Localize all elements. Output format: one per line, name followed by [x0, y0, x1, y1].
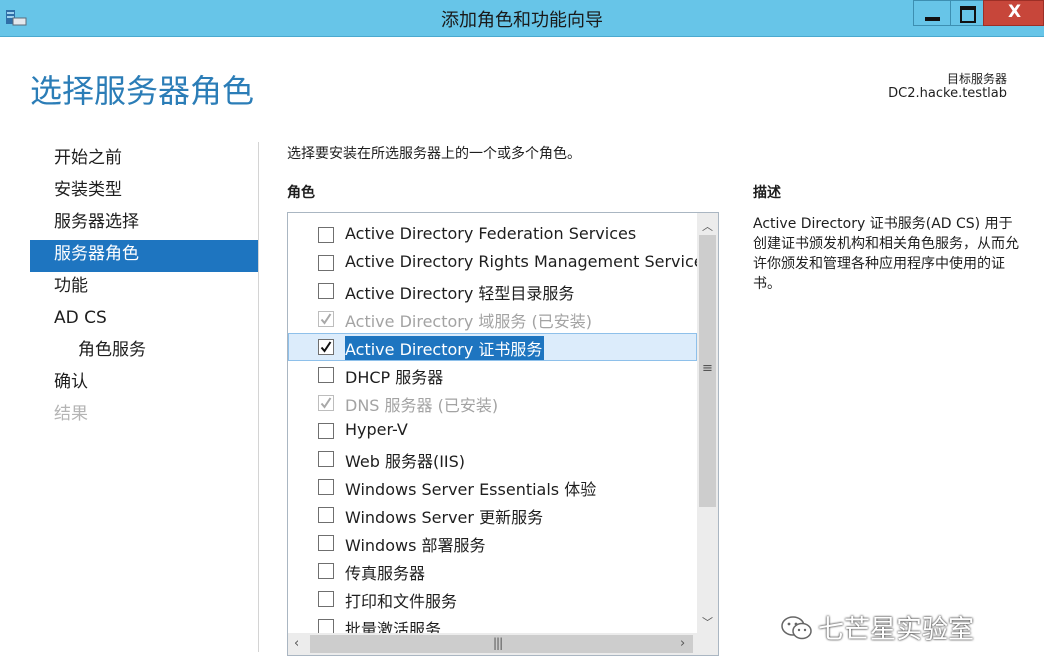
watermark-text: 七芒星实验室: [818, 615, 975, 645]
close-icon: X: [1007, 2, 1022, 22]
checkmark-icon: [320, 397, 332, 409]
role-item[interactable]: Active Directory Rights Management Servi…: [288, 249, 712, 277]
role-checkbox: [318, 311, 334, 327]
target-server-value: DC2.hacke.testlab: [888, 86, 1007, 101]
role-item[interactable]: Active Directory 证书服务: [288, 333, 697, 361]
role-item[interactable]: Active Directory 域服务 (已安装): [288, 305, 697, 333]
instruction-text: 选择要安装在所选服务器上的一个或多个角色。: [287, 146, 581, 162]
role-checkbox[interactable]: [318, 535, 334, 551]
scroll-right-icon[interactable]: ›: [680, 636, 685, 651]
role-item[interactable]: DNS 服务器 (已安装): [288, 389, 697, 417]
horizontal-scrollbar[interactable]: ‹ ||| ›: [288, 633, 718, 655]
role-checkbox[interactable]: [318, 283, 334, 299]
nav-item-features[interactable]: 功能: [30, 272, 258, 304]
role-label: DHCP 服务器: [345, 368, 444, 387]
scroll-up-icon[interactable]: ︿: [697, 218, 718, 234]
role-checkbox[interactable]: [318, 367, 334, 383]
role-label: 打印和文件服务: [345, 592, 458, 611]
target-server-label: 目标服务器: [946, 72, 1007, 86]
nav-item-server-roles[interactable]: 服务器角色: [30, 240, 258, 272]
role-label: Windows 部署服务: [345, 536, 486, 555]
role-label: Active Directory Rights Management Servi…: [345, 252, 712, 271]
role-item[interactable]: Hyper-V: [288, 417, 697, 445]
checkmark-icon: [320, 341, 332, 353]
role-checkbox: [318, 395, 334, 411]
roles-list: Active Directory Federation Services Acti…: [288, 221, 712, 641]
nav-item-ad-cs[interactable]: AD CS: [30, 304, 258, 336]
role-label: Active Directory 域服务 (已安装): [345, 312, 592, 331]
role-label: 传真服务器: [345, 564, 426, 583]
maximize-button[interactable]: [950, 0, 984, 26]
role-checkbox[interactable]: [318, 227, 334, 243]
role-item[interactable]: 打印和文件服务: [288, 585, 697, 613]
role-label: Active Directory 轻型目录服务: [345, 284, 575, 303]
role-item[interactable]: Web 服务器(IIS): [288, 445, 697, 473]
role-checkbox[interactable]: [318, 255, 334, 271]
role-item[interactable]: Active Directory Federation Services: [288, 221, 697, 249]
role-label: Windows Server 更新服务: [345, 508, 544, 527]
role-checkbox[interactable]: [318, 507, 334, 523]
role-label: Windows Server Essentials 体验: [345, 480, 597, 499]
scroll-down-icon[interactable]: ﹀: [697, 614, 718, 630]
role-item[interactable]: DHCP 服务器: [288, 361, 697, 389]
roles-header: 角色: [287, 185, 315, 201]
roles-listbox[interactable]: Active Directory Federation Services Acti…: [287, 212, 719, 656]
role-checkbox[interactable]: [318, 339, 334, 355]
horizontal-scroll-thumb[interactable]: |||: [310, 635, 693, 653]
role-label: Web 服务器(IIS): [345, 452, 466, 471]
description-header: 描述: [753, 185, 781, 201]
description-text: Active Directory 证书服务(AD CS) 用于创建证书颁发机构和…: [753, 216, 1019, 292]
grip-icon: ≡: [702, 361, 713, 376]
role-item[interactable]: Windows Server 更新服务: [288, 501, 697, 529]
minimize-icon: [925, 17, 940, 21]
role-checkbox[interactable]: [318, 451, 334, 467]
role-item[interactable]: Windows 部署服务: [288, 529, 697, 557]
role-checkbox[interactable]: [318, 591, 334, 607]
vertical-scrollbar[interactable]: ︿ ≡ ﹀: [697, 213, 718, 633]
grip-icon: |||: [493, 636, 503, 650]
nav-item-before-you-begin[interactable]: 开始之前: [30, 144, 258, 176]
wizard-nav: 开始之前 安装类型 服务器选择 服务器角色 功能 AD CS 角色服务 确认 结…: [30, 144, 258, 432]
checkmark-icon: [320, 313, 332, 325]
role-label: Active Directory 证书服务: [345, 336, 545, 360]
nav-item-role-services[interactable]: 角色服务: [30, 336, 258, 368]
minimize-button[interactable]: [913, 0, 951, 26]
page-title: 选择服务器角色: [30, 72, 255, 110]
wechat-icon: [781, 616, 812, 640]
role-checkbox[interactable]: [318, 563, 334, 579]
role-item[interactable]: 传真服务器: [288, 557, 697, 585]
role-item[interactable]: Active Directory 轻型目录服务: [288, 277, 697, 305]
role-item[interactable]: Windows Server Essentials 体验: [288, 473, 697, 501]
title-bar: 添加角色和功能向导 X: [0, 0, 1044, 37]
maximize-icon: [960, 6, 976, 23]
role-checkbox[interactable]: [318, 423, 334, 439]
nav-item-server-selection[interactable]: 服务器选择: [30, 208, 258, 240]
nav-item-confirmation[interactable]: 确认: [30, 368, 258, 400]
close-button[interactable]: X: [983, 0, 1044, 26]
window-title: 添加角色和功能向导: [441, 10, 603, 31]
nav-item-installation-type[interactable]: 安装类型: [30, 176, 258, 208]
role-label: DNS 服务器 (已安装): [345, 396, 499, 415]
nav-divider: [258, 142, 259, 652]
role-label: Hyper-V: [345, 420, 408, 439]
role-checkbox[interactable]: [318, 479, 334, 495]
role-label: Active Directory Federation Services: [345, 224, 637, 243]
scroll-left-icon[interactable]: ‹: [294, 636, 299, 651]
nav-item-results: 结果: [54, 404, 88, 424]
vertical-scroll-thumb[interactable]: ≡: [699, 235, 716, 507]
